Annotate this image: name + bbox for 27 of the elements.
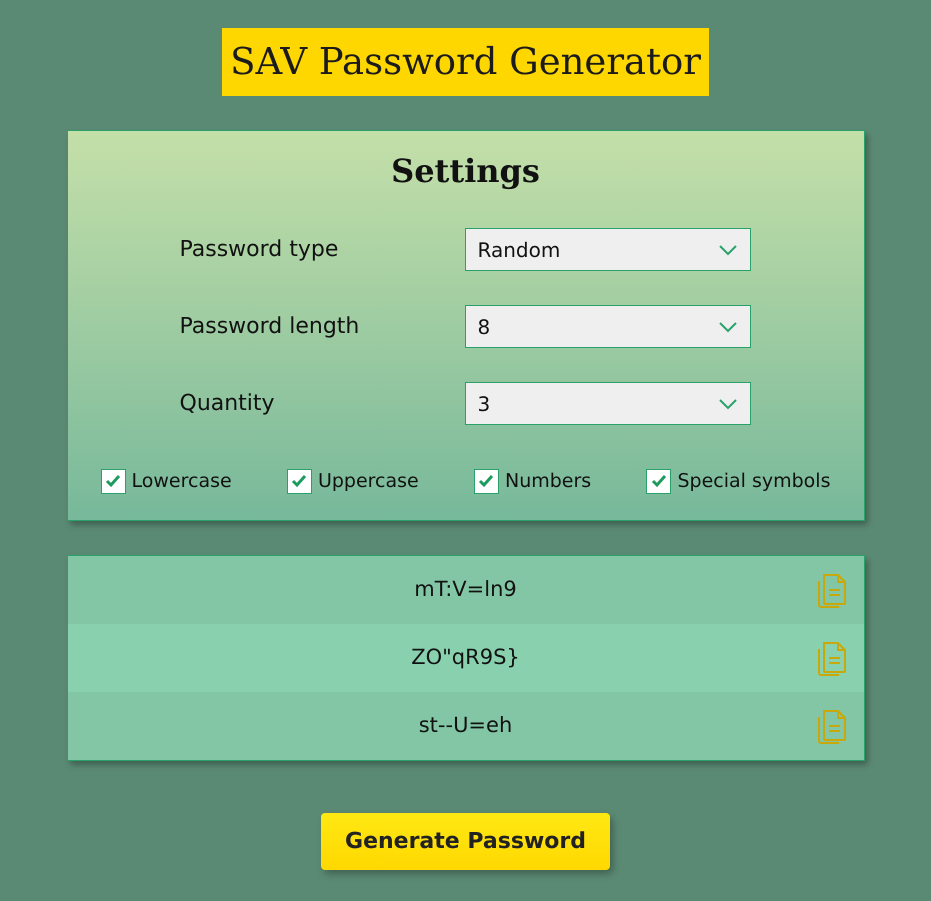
app-title: SAV Password Generator <box>222 28 709 96</box>
checkbox[interactable] <box>286 468 312 494</box>
select-field[interactable]: 8 <box>464 305 750 348</box>
select-field[interactable]: 3 <box>464 382 750 425</box>
checkbox-label: Uppercase <box>318 469 419 494</box>
settings-heading: Settings <box>391 151 540 191</box>
password-text: st--U=eh <box>418 712 512 740</box>
check-icon <box>105 474 121 488</box>
password-text: ZO"qR9S} <box>411 644 520 672</box>
checkbox-label: Special symbols <box>677 469 830 494</box>
check-icon <box>478 474 494 488</box>
chevron-down-icon <box>718 244 738 256</box>
checkbox[interactable] <box>100 468 126 494</box>
field-label: Password length <box>180 313 360 341</box>
field-label: Quantity <box>180 390 276 418</box>
checkbox-label: Lowercase <box>132 469 232 494</box>
checkbox[interactable] <box>646 468 672 494</box>
generate-button[interactable]: Generate Password <box>321 813 610 870</box>
check-icon <box>650 474 667 488</box>
chevron-down-icon <box>718 398 738 410</box>
checkbox-label: Numbers <box>504 469 592 494</box>
select-field[interactable]: Random <box>464 228 750 271</box>
chevron-down-icon <box>718 320 738 332</box>
field-label: Password type <box>180 236 340 264</box>
check-icon <box>291 474 308 488</box>
checkbox[interactable] <box>474 468 499 494</box>
password-text: mT:V=ln9 <box>414 576 517 604</box>
